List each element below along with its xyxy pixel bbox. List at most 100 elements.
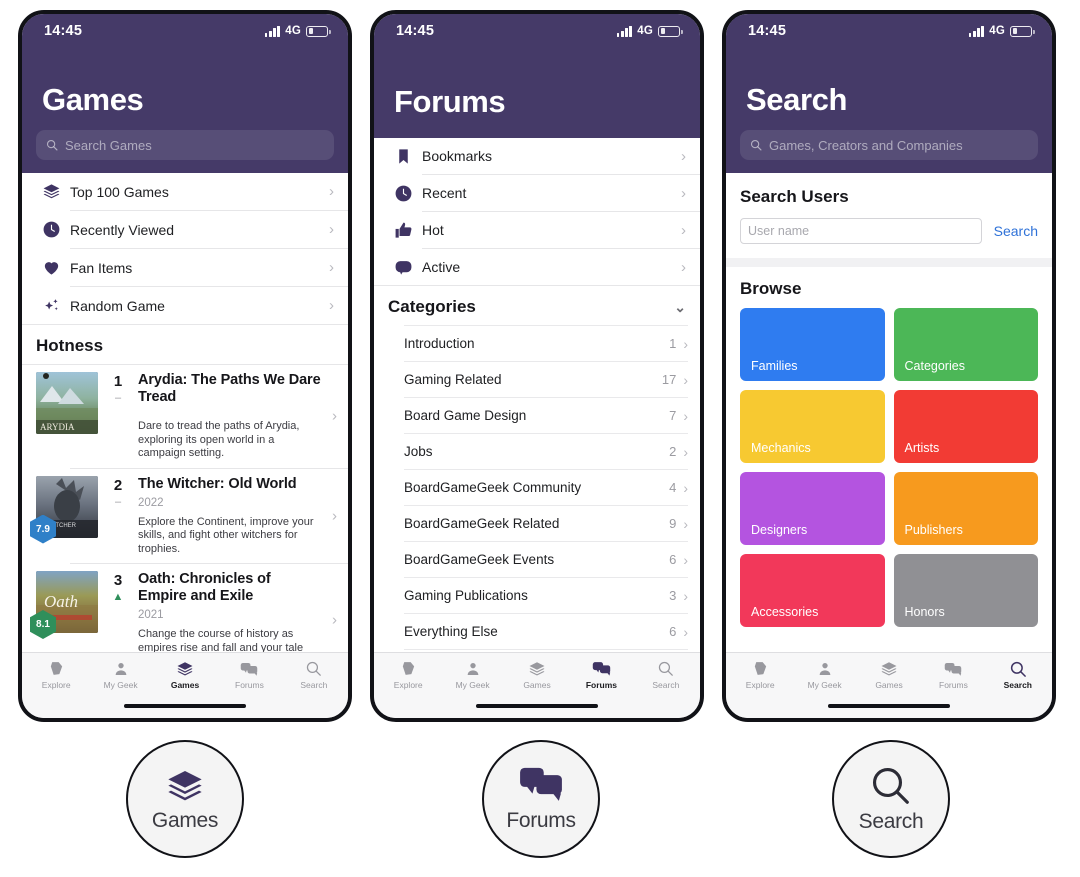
game-title: Oath: Chronicles of Empire and Exile: [138, 571, 271, 604]
tab-search[interactable]: Search: [634, 659, 698, 694]
rank-column: 2 –: [107, 476, 129, 557]
sidebar-item-recent[interactable]: Recent ›: [374, 175, 700, 211]
global-search-input[interactable]: Games, Creators and Companies: [740, 130, 1038, 160]
chevron-right-icon: ›: [683, 335, 688, 352]
tab-label: Forums: [585, 680, 617, 690]
browse-tile-families[interactable]: Families: [740, 308, 885, 381]
sidebar-item-random-game[interactable]: Random Game ›: [22, 287, 348, 324]
search-users-title: Search Users: [740, 187, 849, 206]
hotness-row[interactable]: WITCHER 7.9 2 – The Witcher: Old World 2…: [22, 469, 348, 564]
forum-category-row[interactable]: BoardGameGeek Community 4 ›: [374, 470, 700, 505]
rank-number: 1: [113, 373, 123, 390]
tab-explore[interactable]: Explore: [376, 659, 440, 694]
forum-category-row[interactable]: Introduction 1 ›: [374, 326, 700, 361]
forum-category-row[interactable]: BoardGameGeek Events 6 ›: [374, 542, 700, 577]
clock-icon: [388, 184, 418, 203]
sidebar-item-recently-viewed[interactable]: Recently Viewed ›: [22, 211, 348, 248]
tab-forums[interactable]: Forums: [217, 659, 281, 694]
tab-games[interactable]: Games: [153, 659, 217, 694]
tab-explore[interactable]: Explore: [728, 659, 792, 694]
sidebar-item-active[interactable]: Active ›: [374, 249, 700, 285]
hotness-row[interactable]: ARYDIA 1 – Arydia: The Paths We Dare Tre…: [22, 365, 348, 468]
browse-tile-publishers[interactable]: Publishers: [893, 472, 1038, 545]
svg-text:ARYDIA: ARYDIA: [40, 422, 75, 432]
status-time: 14:45: [44, 23, 83, 39]
category-label: Gaming Publications: [404, 588, 528, 603]
browse-tile-artists[interactable]: Artists: [893, 390, 1038, 463]
forums-header: 14:45 4G Forums: [374, 14, 700, 138]
browse-tiles: Families Categories Mechanics Artists De…: [740, 308, 1038, 627]
layers-icon: [36, 182, 66, 201]
browse-tile-categories[interactable]: Categories: [893, 308, 1038, 381]
tab-my-geek[interactable]: My Geek: [440, 659, 504, 694]
search-header: 14:45 4G Search Games, Creators and Comp…: [726, 14, 1052, 173]
section-label: Categories: [388, 297, 476, 316]
hotness-row[interactable]: Oath 8.1 3 ▲ Oath: Chronicles of Empire …: [22, 564, 348, 652]
search-users-button[interactable]: Search: [994, 223, 1038, 239]
rank-number: 2: [113, 476, 123, 494]
tab-search[interactable]: Search: [282, 659, 346, 694]
game-groups-section-header[interactable]: Game Groups ›: [374, 650, 700, 652]
chat-bubbles-icon: [944, 659, 962, 678]
home-indicator[interactable]: [476, 704, 598, 708]
chevron-right-icon: ›: [683, 551, 688, 568]
signal-icon: [264, 25, 281, 37]
tab-explore[interactable]: Explore: [24, 659, 88, 694]
forum-category-row[interactable]: BoardGameGeek Related 9 ›: [374, 506, 700, 541]
chevron-down-icon: ⌄: [674, 298, 686, 315]
sidebar-item-fan-items[interactable]: Fan Items ›: [22, 249, 348, 286]
browse-grid-wrapper: Families Categories Mechanics Artists De…: [726, 308, 1052, 627]
game-thumbnail: ARYDIA: [36, 372, 98, 434]
category-count: 9: [669, 516, 677, 531]
tab-label: Search: [300, 680, 328, 690]
home-indicator[interactable]: [124, 704, 246, 708]
search-screen: 14:45 4G Search Games, Creators and Comp…: [726, 14, 1052, 718]
tab-label: Search: [652, 680, 680, 690]
browse-tile-mechanics[interactable]: Mechanics: [740, 390, 885, 463]
tab-label: Games: [523, 680, 551, 690]
category-count: 4: [669, 480, 677, 495]
tile-label: Publishers: [904, 523, 963, 537]
tab-forums[interactable]: Forums: [921, 659, 985, 694]
browse-tile-accessories[interactable]: Accessories: [740, 554, 885, 627]
sidebar-item-bookmarks[interactable]: Bookmarks ›: [374, 138, 700, 174]
user-name-input[interactable]: User name: [740, 218, 982, 244]
callout-label: Games: [151, 808, 219, 832]
layers-icon: [176, 659, 194, 678]
category-count: 17: [661, 372, 677, 387]
browse-tile-designers[interactable]: Designers: [740, 472, 885, 545]
tab-bar: Explore My Geek Games Forums Search: [726, 652, 1052, 694]
chevron-right-icon: ›: [332, 507, 337, 525]
categories-section-header[interactable]: Categories ⌄: [374, 286, 700, 325]
sidebar-item-top100[interactable]: Top 100 Games ›: [22, 173, 348, 210]
forum-category-row[interactable]: Board Game Design 7 ›: [374, 398, 700, 433]
tab-games[interactable]: Games: [505, 659, 569, 694]
forum-category-row[interactable]: Gaming Publications 3 ›: [374, 578, 700, 613]
home-indicator[interactable]: [828, 704, 950, 708]
tab-search[interactable]: Search: [986, 659, 1050, 694]
browse-tile-honors[interactable]: Honors: [893, 554, 1038, 627]
game-year: 2021: [138, 609, 164, 621]
forum-category-row[interactable]: Jobs 2 ›: [374, 434, 700, 469]
tab-my-geek[interactable]: My Geek: [88, 659, 152, 694]
network-label: 4G: [285, 25, 301, 37]
callout-forums: Forums: [482, 740, 600, 858]
forum-category-row[interactable]: Everything Else 6 ›: [374, 614, 700, 649]
sidebar-item-hot[interactable]: Hot ›: [374, 212, 700, 248]
chevron-right-icon: ›: [683, 371, 688, 388]
forums-body: Bookmarks › Recent › Hot › Active › Cate…: [374, 138, 700, 652]
tab-forums[interactable]: Forums: [569, 659, 633, 694]
games-search-input[interactable]: Search Games: [36, 130, 334, 160]
chevron-right-icon: ›: [683, 515, 688, 532]
tab-label: Games: [875, 680, 903, 690]
divider: [726, 258, 1052, 267]
clock-icon: [36, 220, 66, 239]
chat-bubbles-icon: [240, 659, 258, 678]
tab-my-geek[interactable]: My Geek: [792, 659, 856, 694]
category-label: BoardGameGeek Events: [404, 552, 555, 567]
phone-games: 14:45 4G Games Search Games Top 100 Game…: [18, 10, 352, 722]
screenshot-board: 14:45 4G Games Search Games Top 100 Game…: [0, 0, 1080, 877]
home-indicator-area: [22, 694, 348, 718]
tab-games[interactable]: Games: [857, 659, 921, 694]
forum-category-row[interactable]: Gaming Related 17 ›: [374, 362, 700, 397]
